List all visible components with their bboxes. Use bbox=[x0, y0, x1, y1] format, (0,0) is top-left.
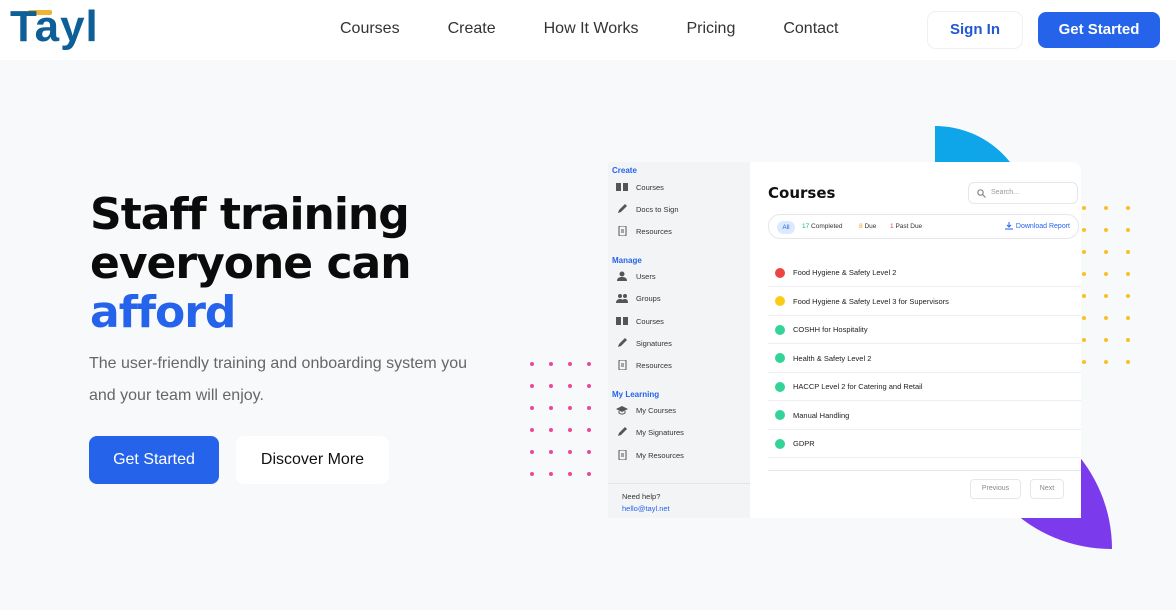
previous-page-button[interactable]: Previous bbox=[970, 479, 1021, 499]
hero-title: Staff training everyone can afford bbox=[90, 189, 412, 338]
search-input[interactable]: Search... bbox=[968, 182, 1078, 204]
users-icon bbox=[616, 294, 628, 303]
user-icon bbox=[617, 271, 627, 281]
course-row[interactable]: Manual Handling bbox=[768, 402, 1081, 430]
hero-title-line1: Staff training bbox=[90, 189, 410, 240]
next-page-button[interactable]: Next bbox=[1030, 479, 1064, 499]
app-mockup: Create Courses Docs to Sign Resources Ma… bbox=[608, 162, 1081, 518]
sidebar-item-create-resources[interactable]: Resources bbox=[616, 226, 672, 236]
sidebar-item-users[interactable]: Users bbox=[616, 271, 656, 281]
sidebar-heading-manage: Manage bbox=[612, 256, 642, 265]
download-report-button[interactable]: Download Report bbox=[1004, 222, 1070, 230]
nav-link-how-it-works[interactable]: How It Works bbox=[544, 20, 639, 38]
hero-title-accent: afford bbox=[90, 287, 236, 338]
course-row[interactable]: HACCP Level 2 for Catering and Retail bbox=[768, 373, 1081, 401]
sidebar-heading-create: Create bbox=[612, 166, 637, 175]
hero-get-started-button[interactable]: Get Started bbox=[89, 436, 219, 484]
sidebar-item-my-resources[interactable]: My Resources bbox=[616, 450, 684, 460]
sidebar-divider bbox=[608, 483, 750, 484]
course-row[interactable]: Food Hygiene & Safety Level 3 for Superv… bbox=[768, 288, 1081, 316]
courses-title: Courses bbox=[768, 184, 836, 202]
sidebar-item-manage-courses[interactable]: Courses bbox=[616, 316, 664, 326]
decorative-pink-dots bbox=[530, 362, 591, 476]
help-title: Need help? bbox=[622, 492, 661, 501]
sidebar-item-groups[interactable]: Groups bbox=[616, 293, 661, 303]
top-navbar: Tayl Courses Create How It Works Pricing… bbox=[0, 0, 1176, 60]
filter-due[interactable]: 8 Due bbox=[859, 223, 876, 230]
nav-get-started-button[interactable]: Get Started bbox=[1038, 12, 1160, 48]
status-filter-bar: All 17 Completed 8 Due 1 Past Due Downlo… bbox=[768, 214, 1079, 239]
book-icon bbox=[616, 317, 628, 325]
course-name: Health & Safety Level 2 bbox=[793, 353, 872, 363]
course-name: Food Hygiene & Safety Level 2 bbox=[793, 268, 897, 277]
course-row[interactable]: COSHH for Hospitality bbox=[768, 316, 1081, 344]
sign-in-button[interactable]: Sign In bbox=[928, 12, 1022, 48]
search-placeholder: Search... bbox=[991, 189, 1020, 196]
list-footer-divider bbox=[768, 470, 1081, 471]
status-dot-icon bbox=[775, 296, 785, 306]
nav-links: Courses Create How It Works Pricing Cont… bbox=[340, 20, 886, 38]
pencil-icon bbox=[618, 338, 627, 347]
filter-completed[interactable]: 17 Completed bbox=[802, 223, 842, 230]
status-dot-icon bbox=[775, 324, 785, 335]
decorative-yellow-dots bbox=[1082, 206, 1130, 364]
document-icon bbox=[618, 450, 627, 460]
hero-title-line2: everyone can bbox=[90, 238, 412, 289]
course-name: Manual Handling bbox=[793, 410, 850, 420]
course-row[interactable]: Food Hygiene & Safety Level 2 bbox=[768, 259, 1081, 287]
sidebar-item-signatures[interactable]: Signatures bbox=[616, 338, 672, 348]
pencil-icon bbox=[618, 204, 627, 213]
course-name: COSHH for Hospitality bbox=[793, 325, 868, 334]
help-email-link[interactable]: hello@tayl.net bbox=[622, 504, 670, 513]
sidebar-item-create-courses[interactable]: Courses bbox=[616, 182, 664, 192]
tayl-logo[interactable]: Tayl bbox=[10, 2, 110, 54]
status-dot-icon bbox=[775, 353, 785, 363]
nav-link-create[interactable]: Create bbox=[448, 20, 496, 38]
nav-link-contact[interactable]: Contact bbox=[783, 20, 838, 38]
mockup-sidebar: Create Courses Docs to Sign Resources Ma… bbox=[608, 162, 750, 518]
search-icon bbox=[977, 189, 986, 198]
book-icon bbox=[616, 183, 628, 191]
nav-link-pricing[interactable]: Pricing bbox=[686, 20, 735, 38]
sidebar-heading-my-learning: My Learning bbox=[612, 390, 660, 399]
pencil-icon bbox=[618, 427, 627, 436]
mockup-main-panel: Courses Search... All 17 Completed 8 Due… bbox=[750, 162, 1081, 518]
graduation-cap-icon bbox=[616, 406, 628, 415]
hero-subtitle: The user-friendly training and onboardin… bbox=[89, 355, 467, 404]
course-name: GDPR bbox=[793, 439, 815, 448]
sidebar-item-my-signatures[interactable]: My Signatures bbox=[616, 427, 684, 437]
status-dot-icon bbox=[775, 381, 785, 392]
filter-all-pill[interactable]: All bbox=[777, 221, 795, 234]
sidebar-item-my-courses[interactable]: My Courses bbox=[616, 405, 676, 415]
logo-text: Tayl bbox=[10, 2, 99, 51]
course-row[interactable]: GDPR bbox=[768, 430, 1081, 458]
discover-more-button[interactable]: Discover More bbox=[236, 436, 389, 484]
course-name: Food Hygiene & Safety Level 3 for Superv… bbox=[793, 296, 949, 306]
status-dot-icon bbox=[775, 410, 785, 420]
nav-link-courses[interactable]: Courses bbox=[340, 20, 400, 38]
course-name: HACCP Level 2 for Catering and Retail bbox=[793, 382, 923, 391]
download-icon bbox=[1004, 222, 1013, 230]
document-icon bbox=[618, 360, 627, 370]
filter-past-due[interactable]: 1 Past Due bbox=[890, 223, 922, 230]
course-row[interactable]: Health & Safety Level 2 bbox=[768, 345, 1081, 373]
sidebar-item-manage-resources[interactable]: Resources bbox=[616, 360, 672, 370]
sidebar-item-docs-to-sign[interactable]: Docs to Sign bbox=[616, 204, 679, 214]
status-dot-icon bbox=[775, 438, 785, 449]
status-dot-icon bbox=[775, 267, 785, 278]
document-icon bbox=[618, 226, 627, 236]
